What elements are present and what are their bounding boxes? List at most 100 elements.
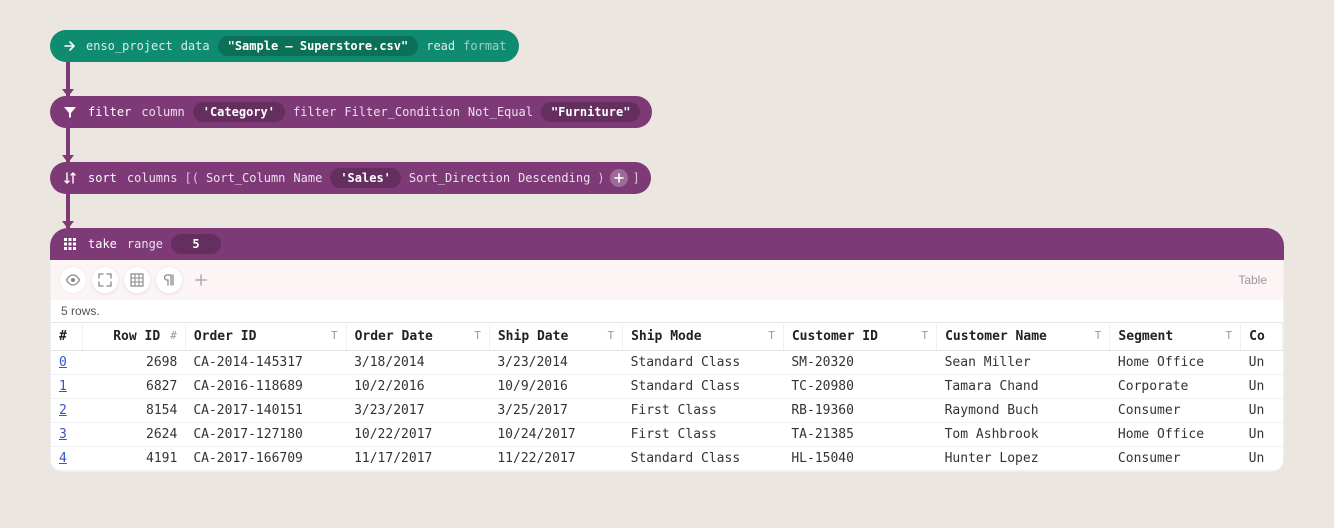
bracket-close: )	[597, 171, 604, 185]
data-table: #Row ID#Order IDTOrder DateTShip DateTSh…	[51, 322, 1283, 471]
table-cell: 3/23/2014	[489, 351, 622, 375]
filter-op: filter	[88, 105, 131, 119]
grid-icon	[60, 234, 80, 254]
table-cell: Consumer	[1110, 399, 1241, 423]
row-index-link[interactable]: 3	[59, 427, 67, 442]
table-cell: CA-2014-145317	[185, 351, 346, 375]
table-cell: CA-2017-140151	[185, 399, 346, 423]
rows-count: 5 rows.	[51, 300, 1283, 322]
table-cell: 10/2/2016	[346, 375, 489, 399]
expand-icon[interactable]	[91, 266, 119, 294]
column-header[interactable]: Customer NameT	[937, 323, 1110, 351]
sort-columns-kw: columns	[127, 171, 178, 185]
filter-cond-val[interactable]: "Furniture"	[541, 102, 640, 122]
sort-dir-type: Sort_Direction	[409, 171, 510, 185]
table-cell: First Class	[623, 399, 784, 423]
table-cell: 2624	[82, 423, 185, 447]
table-cell: 10/24/2017	[489, 423, 622, 447]
column-header[interactable]: Customer IDT	[783, 323, 936, 351]
row-index-link[interactable]: 2	[59, 403, 67, 418]
filter-column-kw: column	[141, 105, 184, 119]
output-panel: Table 5 rows. #Row ID#Order IDTOrder Dat…	[50, 260, 1284, 472]
table-cell: CA-2017-127180	[185, 423, 346, 447]
add-sort-column-button[interactable]	[610, 169, 628, 187]
column-header[interactable]: Order IDT	[185, 323, 346, 351]
connector	[66, 194, 70, 228]
table-cell: Un	[1241, 447, 1283, 471]
text-type-icon: T	[921, 329, 928, 342]
node-read[interactable]: enso_project data "Sample – Superstore.c…	[50, 30, 519, 62]
table-cell: Standard Class	[623, 375, 784, 399]
table-cell: 11/22/2017	[489, 447, 622, 471]
sort-name-val[interactable]: 'Sales'	[330, 168, 401, 188]
table-cell: SM-20320	[783, 351, 936, 375]
table-cell: 11/17/2017	[346, 447, 489, 471]
table-cell: Sean Miller	[937, 351, 1110, 375]
table-cell: First Class	[623, 423, 784, 447]
table-view-icon[interactable]	[123, 266, 151, 294]
table-cell[interactable]: 0	[51, 351, 82, 375]
funnel-icon	[60, 102, 80, 122]
read-param: format	[463, 39, 506, 53]
sort-name-kw: Name	[293, 171, 322, 185]
column-header[interactable]: Ship ModeT	[623, 323, 784, 351]
text-type-icon: T	[768, 329, 775, 342]
filter-filter-kw: filter	[293, 105, 336, 119]
table-cell: CA-2017-166709	[185, 447, 346, 471]
table-cell: 6827	[82, 375, 185, 399]
table-cell: Standard Class	[623, 447, 784, 471]
text-type-icon: T	[331, 329, 338, 342]
text-type-icon: T	[607, 329, 614, 342]
row-index-link[interactable]: 0	[59, 355, 67, 370]
node-filter[interactable]: filter column 'Category' filter Filter_C…	[50, 96, 652, 128]
table-cell[interactable]: 1	[51, 375, 82, 399]
connector	[66, 62, 70, 96]
table-cell: Un	[1241, 423, 1283, 447]
table-cell: 10/9/2016	[489, 375, 622, 399]
table-cell: Un	[1241, 399, 1283, 423]
eye-icon[interactable]	[59, 266, 87, 294]
row-index-link[interactable]: 1	[59, 379, 67, 394]
table-cell: Tamara Chand	[937, 375, 1110, 399]
take-range-val[interactable]: 5	[171, 234, 221, 254]
table-cell[interactable]: 2	[51, 399, 82, 423]
read-method: data	[181, 39, 210, 53]
table-cell: CA-2016-118689	[185, 375, 346, 399]
column-header[interactable]: SegmentT	[1110, 323, 1241, 351]
text-type-icon: T	[474, 329, 481, 342]
table-row: 44191CA-2017-16670911/17/201711/22/2017S…	[51, 447, 1283, 471]
table-cell: Consumer	[1110, 447, 1241, 471]
row-index-link[interactable]: 4	[59, 451, 67, 466]
node-take[interactable]: take range 5	[50, 228, 1284, 260]
text-type-icon: T	[1095, 329, 1102, 342]
plus-icon[interactable]	[187, 266, 215, 294]
column-header[interactable]: #	[51, 323, 82, 351]
table-cell: HL-15040	[783, 447, 936, 471]
column-header[interactable]: Co	[1241, 323, 1283, 351]
pilcrow-icon[interactable]	[155, 266, 183, 294]
table-cell[interactable]: 4	[51, 447, 82, 471]
text-type-icon: T	[1226, 329, 1233, 342]
table-cell: 10/22/2017	[346, 423, 489, 447]
bracket-close2: ]	[633, 171, 640, 185]
column-header[interactable]: Order DateT	[346, 323, 489, 351]
table-cell[interactable]: 3	[51, 423, 82, 447]
table-cell: 8154	[82, 399, 185, 423]
take-range-kw: range	[127, 237, 163, 251]
filter-cond-op: Not_Equal	[468, 105, 533, 119]
node-sort[interactable]: sort columns [( Sort_Column Name 'Sales'…	[50, 162, 651, 194]
table-cell: Home Office	[1110, 423, 1241, 447]
column-header[interactable]: Ship DateT	[489, 323, 622, 351]
sort-sc-type: Sort_Column	[206, 171, 285, 185]
column-header[interactable]: Row ID#	[82, 323, 185, 351]
table-row: 28154CA-2017-1401513/23/20173/25/2017Fir…	[51, 399, 1283, 423]
sort-icon	[60, 168, 80, 188]
table-cell: 3/18/2014	[346, 351, 489, 375]
read-arg-pill[interactable]: "Sample – Superstore.csv"	[218, 36, 419, 56]
filter-cond-type: Filter_Condition	[344, 105, 460, 119]
table-cell: Un	[1241, 375, 1283, 399]
output-toolbar: Table	[51, 260, 1283, 300]
filter-column-val[interactable]: 'Category'	[193, 102, 285, 122]
table-cell: 3/25/2017	[489, 399, 622, 423]
take-op: take	[88, 237, 117, 251]
